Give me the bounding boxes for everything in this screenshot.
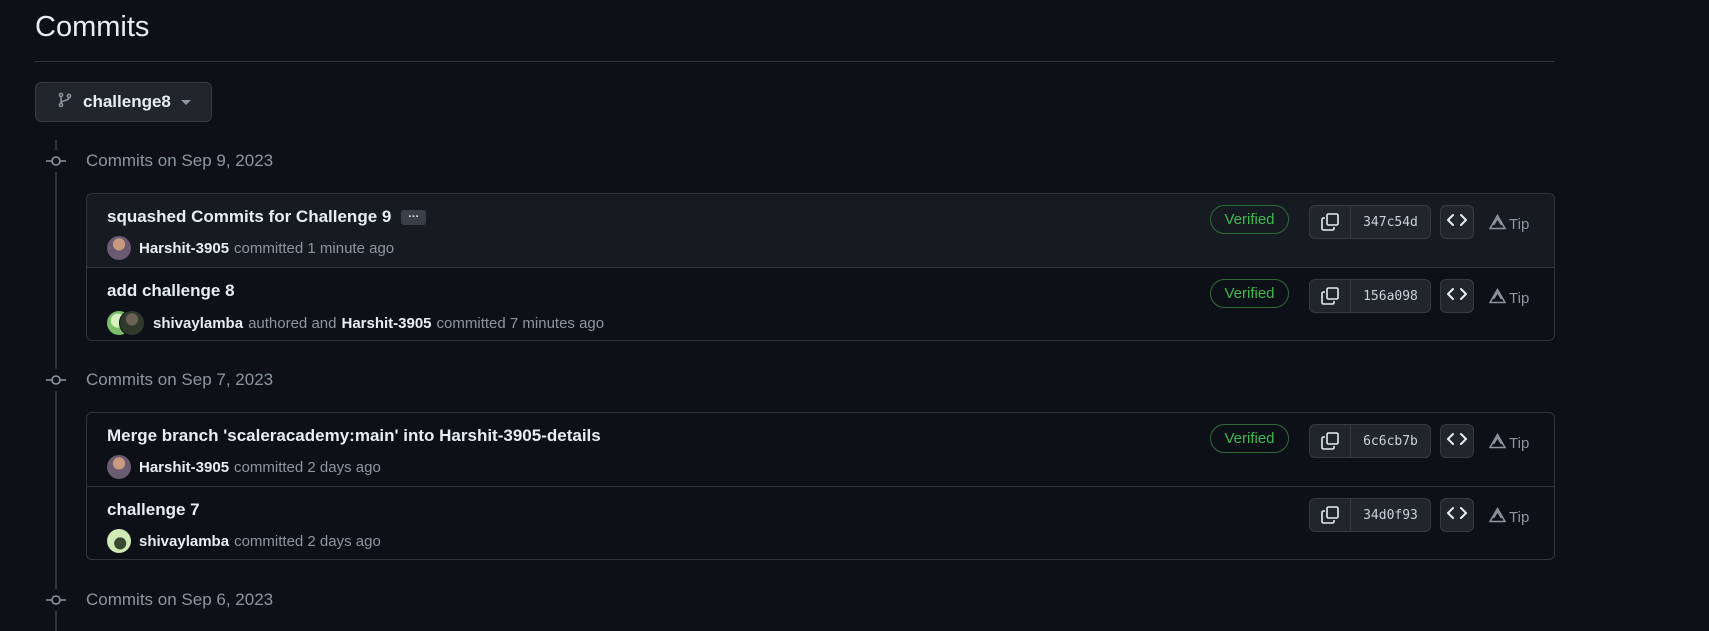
authored-text: authored and: [248, 314, 337, 332]
sha-button-group: 347c54d: [1309, 205, 1431, 239]
commit-group-date: Commits on Sep 9, 2023: [86, 151, 274, 170]
avatar[interactable]: [107, 236, 131, 260]
git-commit-icon: [45, 150, 67, 172]
expand-description-button[interactable]: ···: [401, 209, 427, 225]
warning-icon: [1488, 432, 1507, 453]
author-link[interactable]: shivaylamba: [153, 315, 243, 332]
code-icon: [1447, 506, 1467, 525]
git-branch-icon: [57, 92, 73, 113]
browse-code-button[interactable]: [1440, 205, 1474, 239]
commit-sha-link[interactable]: 156a098: [1351, 280, 1430, 312]
sha-button-group: 34d0f93: [1309, 498, 1431, 532]
avatar[interactable]: [107, 529, 131, 553]
copy-icon[interactable]: [1310, 206, 1351, 238]
code-icon: [1447, 287, 1467, 306]
sha-button-group: 6c6cb7b: [1309, 424, 1431, 458]
commit-time-text: committed 1 minute ago: [234, 239, 395, 257]
commit-row: challenge 7 shivaylamba committed 2 days…: [87, 486, 1554, 559]
copy-icon[interactable]: [1310, 280, 1351, 312]
author-link[interactable]: Harshit-3905: [139, 459, 229, 476]
commit-group-date: Commits on Sep 7, 2023: [86, 370, 274, 389]
commit-time-text: committed 2 days ago: [234, 532, 381, 550]
tip-label: Tip: [1509, 289, 1530, 307]
author-link[interactable]: shivaylamba: [139, 533, 229, 550]
commit-message-link[interactable]: squashed Commits for Challenge 9: [107, 207, 391, 227]
commit-row: squashed Commits for Challenge 9 ··· Har…: [87, 194, 1554, 267]
avatar-stack: [107, 310, 145, 336]
tip-label: Tip: [1509, 508, 1530, 526]
tip-link[interactable]: Tip: [1488, 287, 1530, 308]
commit-time-text: committed 2 days ago: [234, 458, 381, 476]
sha-button-group: 156a098: [1309, 279, 1431, 313]
warning-icon: [1488, 287, 1507, 308]
verified-badge[interactable]: Verified: [1210, 279, 1289, 308]
page-title: Commits: [35, 11, 150, 43]
title-divider: [35, 61, 1555, 62]
commit-group-date: Commits on Sep 6, 2023: [86, 590, 274, 609]
commit-group-header: Commits on Sep 7, 2023: [45, 368, 273, 392]
browse-code-button[interactable]: [1440, 279, 1474, 313]
commit-group-header: Commits on Sep 9, 2023: [45, 149, 273, 173]
tip-label: Tip: [1509, 434, 1530, 452]
author-link[interactable]: Harshit-3905: [139, 240, 229, 257]
commit-row: Merge branch 'scaleracademy:main' into H…: [87, 413, 1554, 486]
commit-message-link[interactable]: challenge 7: [107, 500, 200, 520]
branch-name: challenge8: [83, 92, 171, 111]
branch-selector-button[interactable]: challenge8: [35, 82, 212, 122]
tip-label: Tip: [1509, 215, 1530, 233]
commit-sha-link[interactable]: 347c54d: [1351, 206, 1430, 238]
commit-list: squashed Commits for Challenge 9 ··· Har…: [86, 193, 1555, 341]
copy-icon[interactable]: [1310, 499, 1351, 531]
browse-code-button[interactable]: [1440, 424, 1474, 458]
code-icon: [1447, 213, 1467, 232]
tip-link[interactable]: Tip: [1488, 506, 1530, 527]
commit-time-text: committed 7 minutes ago: [436, 314, 605, 332]
commit-sha-link[interactable]: 6c6cb7b: [1351, 425, 1430, 457]
git-commit-icon: [45, 369, 67, 391]
commit-sha-link[interactable]: 34d0f93: [1351, 499, 1430, 531]
copy-icon[interactable]: [1310, 425, 1351, 457]
browse-code-button[interactable]: [1440, 498, 1474, 532]
tip-link[interactable]: Tip: [1488, 213, 1530, 234]
git-commit-icon: [45, 589, 67, 611]
warning-icon: [1488, 506, 1507, 527]
committer-link[interactable]: Harshit-3905: [341, 315, 431, 332]
commit-message-link[interactable]: add challenge 8: [107, 281, 235, 301]
code-icon: [1447, 432, 1467, 451]
avatar[interactable]: [107, 455, 131, 479]
commit-message-link[interactable]: Merge branch 'scaleracademy:main' into H…: [107, 426, 601, 446]
verified-badge[interactable]: Verified: [1210, 205, 1289, 234]
commit-row: add challenge 8 shivaylamba authored and…: [87, 267, 1554, 340]
verified-badge[interactable]: Verified: [1210, 424, 1289, 453]
warning-icon: [1488, 213, 1507, 234]
caret-down-icon: [180, 93, 191, 111]
tip-link[interactable]: Tip: [1488, 432, 1530, 453]
commit-group-header: Commits on Sep 6, 2023: [45, 588, 273, 612]
commit-list: Merge branch 'scaleracademy:main' into H…: [86, 412, 1555, 560]
avatar[interactable]: [119, 310, 145, 336]
